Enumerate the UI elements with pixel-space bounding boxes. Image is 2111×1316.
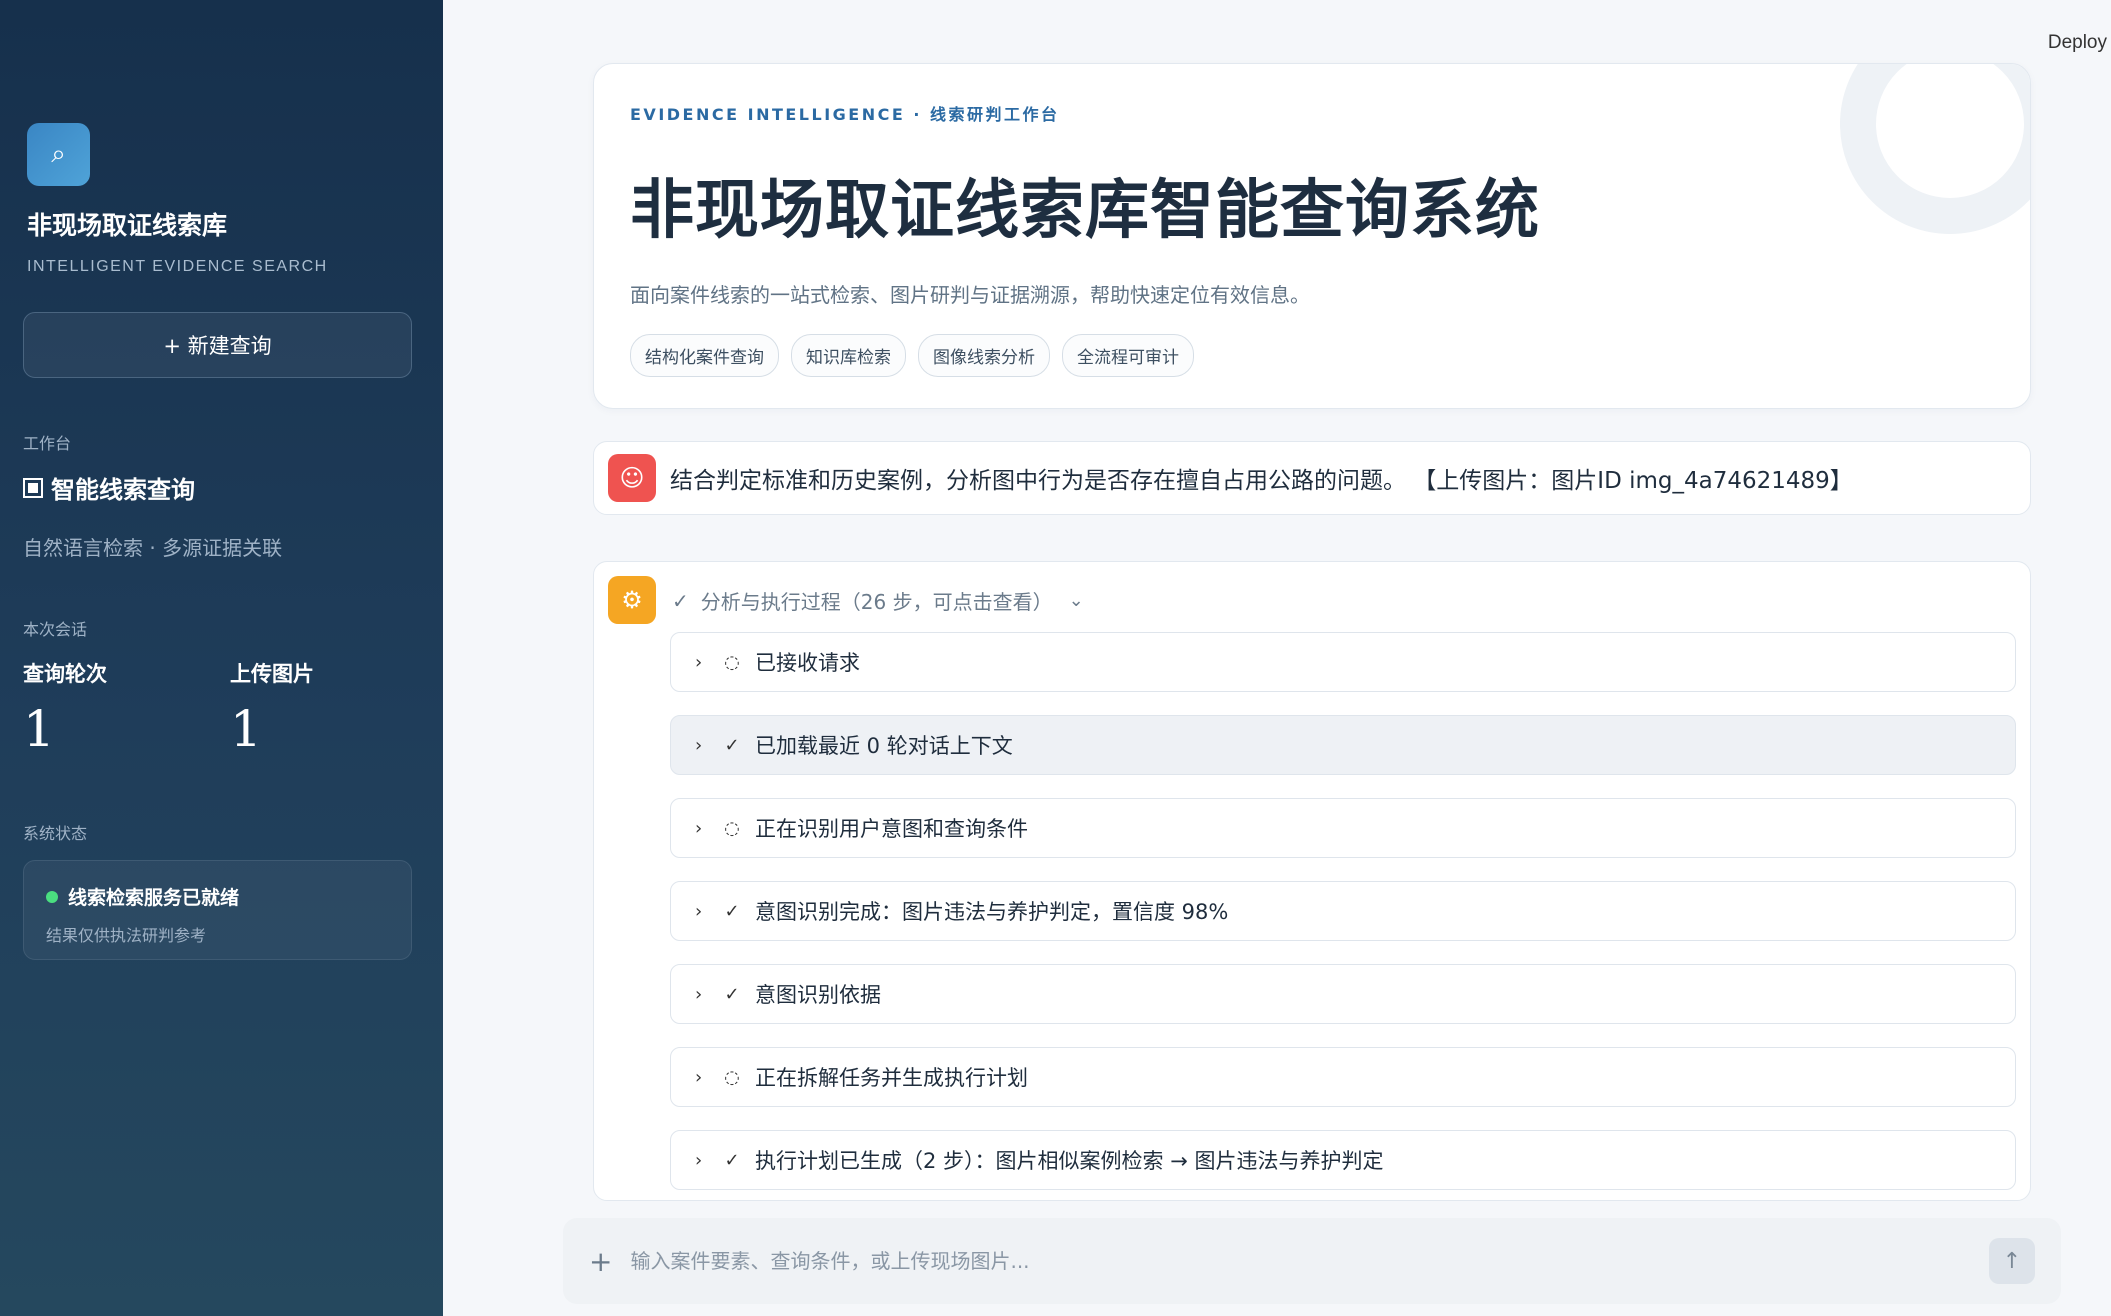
step-text: 已接收请求	[755, 651, 860, 675]
user-face-icon: ☺	[608, 454, 656, 502]
tag-image-analysis: 图像线索分析	[918, 334, 1050, 377]
stat-value: 1	[23, 700, 55, 758]
check-circle-icon: ✓	[724, 900, 740, 922]
step-text: 正在识别用户意图和查询条件	[755, 817, 1028, 841]
chevron-right-icon: ›	[695, 1149, 703, 1171]
process-steps: › ◌ 已接收请求 › ✓ 已加载最近 0 轮对话上下文 › ◌ 正在识别用户意…	[670, 632, 2016, 1200]
process-label: 分析与执行过程（26 步，可点击查看）	[700, 590, 1053, 614]
stat-value: 1	[230, 700, 262, 758]
sidebar-item-label: 智能线索查询	[51, 476, 195, 504]
stat-uploaded-images: 上传图片 1	[230, 658, 314, 758]
step-item[interactable]: › ◌ 已接收请求	[670, 632, 2016, 692]
stat-label: 上传图片	[230, 662, 314, 686]
new-query-button[interactable]: + 新建查询	[23, 312, 412, 378]
chevron-right-icon: ›	[695, 900, 703, 922]
user-message: ☺ 结合判定标准和历史案例，分析图中行为是否存在擅自占用公路的问题。 【上传图片…	[593, 441, 2031, 515]
check-circle-icon: ✓	[724, 983, 740, 1005]
spinner-icon: ◌	[724, 817, 740, 839]
robot-icon: ⚙	[608, 576, 656, 624]
session-section-label: 本次会话	[23, 620, 88, 639]
brand-subtitle: INTELLIGENT EVIDENCE SEARCH	[27, 258, 328, 275]
status-title: 线索检索服务已就绪	[68, 887, 240, 909]
decorative-ring	[1840, 64, 2030, 234]
send-arrow-up-icon[interactable]: ↑	[1989, 1238, 2035, 1284]
page-title: 非现场取证线索库智能查询系统	[630, 174, 1540, 248]
process-expander[interactable]: ✓ 分析与执行过程（26 步，可点击查看） ⌄	[672, 586, 1084, 615]
step-text: 意图识别完成：图片违法与养护判定，置信度 98%	[755, 900, 1229, 924]
stat-label: 查询轮次	[23, 662, 107, 686]
step-text: 已加载最近 0 轮对话上下文	[755, 734, 1013, 758]
logo-search-icon: ⌕	[27, 123, 90, 186]
status-dot-icon	[46, 890, 58, 903]
chevron-right-icon: ›	[695, 1066, 703, 1088]
chat-input[interactable]	[630, 1249, 1989, 1273]
hero-description: 面向案件线索的一站式检索、图片研判与证据溯源，帮助快速定位有效信息。	[630, 283, 1310, 307]
tag-structured-query: 结构化案件查询	[630, 334, 779, 377]
chevron-right-icon: ›	[695, 983, 703, 1005]
step-text: 正在拆解任务并生成执行计划	[755, 1066, 1028, 1090]
chevron-right-icon: ›	[695, 817, 703, 839]
step-item[interactable]: › ✓ 意图识别完成：图片违法与养护判定，置信度 98%	[670, 881, 2016, 941]
check-circle-icon: ✓	[724, 1149, 740, 1171]
tag-auditable: 全流程可审计	[1062, 334, 1194, 377]
status-note: 结果仅供执法研判参考	[46, 926, 207, 945]
feature-tags: 结构化案件查询 知识库检索 图像线索分析 全流程可审计	[630, 334, 1194, 377]
step-item[interactable]: › ✓ 执行计划已生成（2 步）：图片相似案例检索 → 图片违法与养护判定	[670, 1130, 2016, 1190]
step-item[interactable]: › ◌ 正在拆解任务并生成执行计划	[670, 1047, 2016, 1107]
spinner-icon: ◌	[724, 1066, 740, 1088]
user-message-text: 结合判定标准和历史案例，分析图中行为是否存在擅自占用公路的问题。 【上传图片：图…	[670, 468, 1853, 494]
workbench-description: 自然语言检索 · 多源证据关联	[23, 536, 283, 560]
chevron-right-icon: ›	[695, 734, 703, 756]
deploy-button[interactable]: Deploy	[2048, 32, 2107, 54]
step-text: 执行计划已生成（2 步）：图片相似案例检索 → 图片违法与养护判定	[755, 1149, 1384, 1173]
attach-plus-icon[interactable]: +	[589, 1245, 612, 1278]
spinner-icon: ◌	[724, 651, 740, 673]
workbench-section-label: 工作台	[23, 434, 72, 453]
assistant-message: ⚙ ✓ 分析与执行过程（26 步，可点击查看） ⌄ › ◌ 已接收请求 › ✓ …	[593, 561, 2031, 1201]
chat-composer: + ↑	[563, 1218, 2061, 1304]
brand-title: 非现场取证线索库	[27, 211, 228, 240]
step-text: 意图识别依据	[755, 983, 881, 1007]
check-icon: ✓	[672, 588, 689, 613]
sidebar: ⌕ 非现场取证线索库 INTELLIGENT EVIDENCE SEARCH +…	[0, 0, 443, 1316]
system-status-card: 线索检索服务已就绪 结果仅供执法研判参考	[23, 860, 412, 960]
step-item[interactable]: › ✓ 已加载最近 0 轮对话上下文	[670, 715, 2016, 775]
square-icon	[23, 477, 43, 498]
hero-eyebrow: EVIDENCE INTELLIGENCE · 线索研判工作台	[630, 105, 1060, 124]
tag-knowledge-search: 知识库检索	[791, 334, 906, 377]
step-item[interactable]: › ◌ 正在识别用户意图和查询条件	[670, 798, 2016, 858]
chevron-right-icon: ›	[695, 651, 703, 673]
step-item[interactable]: › ✓ 意图识别依据	[670, 964, 2016, 1024]
chevron-down-icon: ⌄	[1068, 590, 1084, 611]
sidebar-item-smart-query[interactable]: 智能线索查询	[23, 470, 195, 505]
check-circle-icon: ✓	[724, 734, 740, 756]
hero-card: EVIDENCE INTELLIGENCE · 线索研判工作台 非现场取证线索库…	[593, 63, 2031, 409]
system-section-label: 系统状态	[23, 824, 88, 843]
stat-query-rounds: 查询轮次 1	[23, 658, 107, 758]
